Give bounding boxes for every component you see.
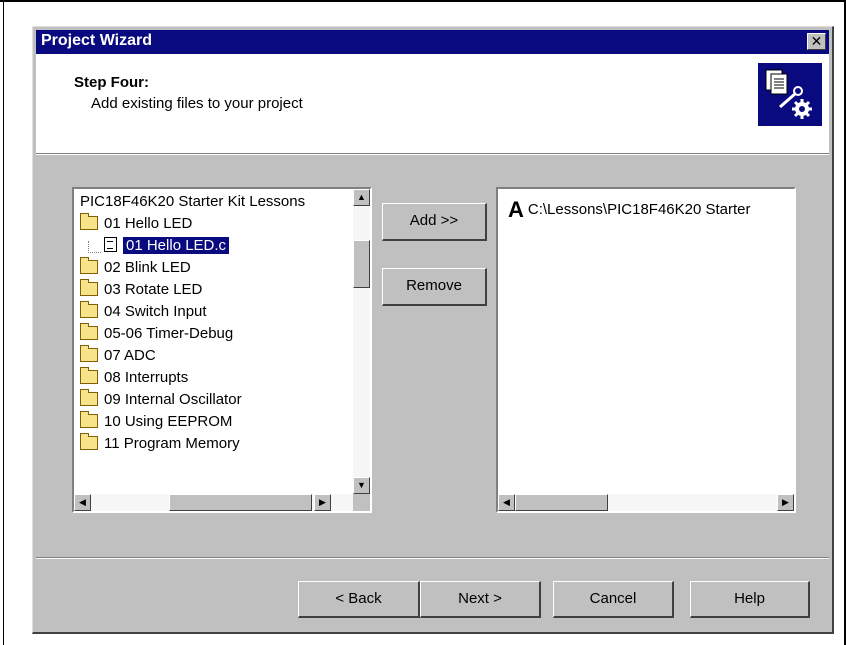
add-button[interactable]: Add >> bbox=[382, 203, 487, 241]
back-button[interactable]: < Back bbox=[298, 581, 420, 618]
scroll-corner bbox=[353, 494, 370, 511]
project-wizard-dialog: Project Wizard ✕ Step Four: Add existing… bbox=[32, 26, 834, 634]
next-button[interactable]: Next > bbox=[420, 581, 541, 618]
tree-item-10-using-eeprom[interactable]: 10 Using EEPROM bbox=[80, 410, 232, 433]
tree-item-05-06-timer-debug[interactable]: 05-06 Timer-Debug bbox=[80, 322, 233, 345]
step-description: Add existing files to your project bbox=[91, 95, 303, 112]
scroll-up-icon[interactable]: ▲ bbox=[353, 189, 370, 206]
scroll-right-icon[interactable]: ▶ bbox=[777, 494, 794, 511]
folder-icon bbox=[80, 366, 98, 384]
folder-icon bbox=[80, 344, 98, 362]
file-type-marker: A bbox=[508, 197, 524, 222]
tree-item-01-hello-led[interactable]: 01 Hello LED bbox=[80, 212, 192, 235]
tree-root-label: PIC18F46K20 Starter Kit Lessons bbox=[80, 193, 306, 210]
cancel-button[interactable]: Cancel bbox=[553, 581, 674, 618]
tree-item-09-internal-oscillator[interactable]: 09 Internal Oscillator bbox=[80, 388, 242, 411]
file-path: C:\Lessons\PIC18F46K20 Starter bbox=[527, 200, 751, 218]
folder-icon bbox=[80, 300, 98, 318]
tree-horizontal-scrollbar[interactable]: ◀ ▶ bbox=[74, 494, 353, 511]
tree-vertical-scroll-thumb[interactable] bbox=[353, 240, 370, 288]
page-border-top bbox=[0, 0, 846, 2]
scroll-right-icon[interactable]: ▶ bbox=[314, 494, 331, 511]
tree-item-11-program-memory[interactable]: 11 Program Memory bbox=[80, 432, 240, 455]
help-button[interactable]: Help bbox=[690, 581, 810, 618]
remove-button[interactable]: Remove bbox=[382, 268, 487, 306]
folder-icon bbox=[80, 322, 98, 340]
tree-horizontal-scroll-thumb[interactable] bbox=[169, 494, 312, 511]
files-horizontal-scroll-thumb[interactable] bbox=[515, 494, 608, 511]
file-icon bbox=[104, 237, 117, 253]
project-file-list[interactable]: A C:\Lessons\PIC18F46K20 Starter ◀ ▶ bbox=[496, 187, 796, 513]
folder-icon bbox=[80, 278, 98, 296]
lesson-tree-view[interactable]: PIC18F46K20 Starter Kit Lessons 01 Hello… bbox=[72, 187, 372, 513]
folder-icon bbox=[80, 432, 98, 450]
folder-icon bbox=[80, 256, 98, 274]
selected-file-label: 01 Hello LED.c bbox=[123, 237, 230, 254]
tree-item-07-adc[interactable]: 07 ADC bbox=[80, 344, 156, 367]
step-title: Step Four: bbox=[74, 74, 149, 91]
wizard-header: Step Four: Add existing files to your pr… bbox=[36, 54, 829, 153]
folder-icon bbox=[80, 410, 98, 428]
scroll-down-icon[interactable]: ▼ bbox=[353, 477, 370, 494]
list-item[interactable]: A C:\Lessons\PIC18F46K20 Starter bbox=[508, 197, 751, 223]
folder-icon bbox=[80, 212, 98, 230]
tree-item-02-blink-led[interactable]: 02 Blink LED bbox=[80, 256, 191, 279]
folder-icon bbox=[80, 388, 98, 406]
scroll-left-icon[interactable]: ◀ bbox=[498, 494, 515, 511]
close-icon: ✕ bbox=[810, 33, 823, 49]
header-divider bbox=[36, 153, 829, 155]
tree-connector-line bbox=[88, 241, 101, 253]
document-wrench-gear-icon bbox=[758, 63, 822, 126]
tree-vertical-scrollbar[interactable]: ▲ ▼ bbox=[353, 189, 370, 494]
tree-item-04-switch-input[interactable]: 04 Switch Input bbox=[80, 300, 207, 323]
title-bar: Project Wizard ✕ bbox=[36, 30, 829, 54]
tree-item-03-rotate-led[interactable]: 03 Rotate LED bbox=[80, 278, 202, 301]
footer-divider bbox=[36, 557, 829, 559]
page-border-left bbox=[3, 2, 4, 645]
tree-item-hello-led-c[interactable]: 01 Hello LED.c bbox=[104, 235, 230, 257]
dialog-title: Project Wizard bbox=[41, 32, 152, 49]
files-horizontal-scrollbar[interactable]: ◀ ▶ bbox=[498, 494, 794, 511]
scroll-left-icon[interactable]: ◀ bbox=[74, 494, 91, 511]
tree-item-08-interrupts[interactable]: 08 Interrupts bbox=[80, 366, 188, 389]
close-button[interactable]: ✕ bbox=[807, 33, 826, 50]
tree-root[interactable]: PIC18F46K20 Starter Kit Lessons bbox=[80, 191, 305, 213]
